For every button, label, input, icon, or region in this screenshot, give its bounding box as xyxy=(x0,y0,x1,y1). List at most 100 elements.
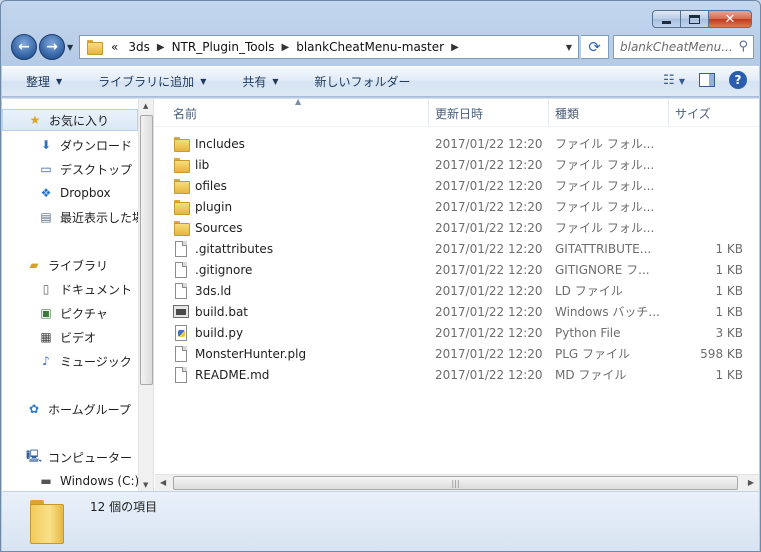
horizontal-scrollbar[interactable]: ◀ ||| ▶ xyxy=(155,474,759,491)
file-row[interactable]: .gitattributes 2017/01/22 12:20 GITATTRIBU… xyxy=(155,238,759,259)
change-view-button[interactable]: ☷ ▼ xyxy=(663,73,685,88)
document-icon xyxy=(173,345,189,362)
file-row[interactable]: ofiles 2017/01/22 12:20 ファイル フォル... xyxy=(155,175,759,196)
arrow-right-icon: → xyxy=(46,39,58,55)
nav-label: 最近表示した場所 xyxy=(60,210,138,225)
file-size: 3 KB xyxy=(715,325,743,340)
file-name: 3ds.ld xyxy=(195,283,232,298)
maximize-button[interactable] xyxy=(681,10,708,28)
breadcrumb-overflow[interactable]: « xyxy=(111,40,118,54)
column-header-type[interactable]: 種類 xyxy=(549,99,669,127)
column-label: サイズ xyxy=(675,106,711,121)
file-date: 2017/01/22 12:20 xyxy=(435,325,543,340)
column-header-name[interactable]: ▲ 名前 xyxy=(155,97,429,127)
search-icon[interactable]: ⚲ xyxy=(738,39,748,54)
back-button[interactable]: ← xyxy=(11,34,37,60)
file-row[interactable]: plugin 2017/01/22 12:20 ファイル フォル... xyxy=(155,196,759,217)
file-date: 2017/01/22 12:20 xyxy=(435,346,543,361)
nav-pane-scrollbar[interactable]: ▲ ▼ xyxy=(138,99,153,492)
file-row[interactable]: Includes 2017/01/22 12:20 ファイル フォル... xyxy=(155,133,759,154)
file-date: 2017/01/22 12:20 xyxy=(435,283,543,298)
caption-buttons: ✕ xyxy=(652,10,752,28)
nav-label: ドキュメント xyxy=(60,282,133,297)
file-list: ▲ 名前 更新日時 種類 サイズ Includes 2017/01/22 12:2… xyxy=(155,97,759,475)
scroll-right-icon[interactable]: ▶ xyxy=(748,478,754,487)
share-button[interactable]: 共有 ▼ xyxy=(218,73,290,90)
file-name: .gitignore xyxy=(195,262,253,277)
column-headers: ▲ 名前 更新日時 種類 サイズ xyxy=(155,97,759,127)
file-type: Windows バッチ... xyxy=(555,305,660,319)
file-type: ファイル フォル... xyxy=(555,137,655,151)
forward-button[interactable]: → xyxy=(39,34,65,60)
file-size: 1 KB xyxy=(715,283,743,298)
chevron-right-icon[interactable]: ▶ xyxy=(282,42,290,53)
address-bar[interactable]: « 3ds ▶ NTR_Plugin_Tools ▶ blankCheatMen… xyxy=(79,35,579,59)
main-area: ★ お気に入り ⬇ ダウンロード ▭ デスクトップ ❖ Dropbox ▤ 最近… xyxy=(2,97,759,492)
breadcrumb-ntr-plugin-tools[interactable]: NTR_Plugin_Tools xyxy=(172,40,275,54)
chevron-right-icon[interactable]: ▶ xyxy=(451,42,459,53)
chevron-down-icon: ▼ xyxy=(565,42,573,52)
recent-places-icon: ▤ xyxy=(40,210,52,224)
chevron-right-icon[interactable]: ▶ xyxy=(157,42,165,53)
column-header-size[interactable]: サイズ xyxy=(669,99,749,127)
file-date: 2017/01/22 12:20 xyxy=(435,262,543,277)
file-row[interactable]: README.md 2017/01/22 12:20 MD ファイル 1 KB xyxy=(155,364,759,385)
new-folder-label: 新しいフォルダー xyxy=(314,75,411,89)
minimize-button[interactable] xyxy=(652,10,681,28)
nav-item-downloads[interactable]: ⬇ ダウンロード xyxy=(2,134,138,156)
organize-button[interactable]: 整理 ▼ xyxy=(2,73,74,90)
nav-label: ミュージック xyxy=(60,354,132,369)
nav-item-homegroup[interactable]: ✿ ホームグループ xyxy=(2,398,138,420)
nav-item-windows-drive[interactable]: ▬ Windows (C:) xyxy=(2,470,138,492)
nav-item-videos[interactable]: ▦ ビデオ xyxy=(2,326,138,348)
file-date: 2017/01/22 12:20 xyxy=(435,367,543,382)
nav-item-recent-places[interactable]: ▤ 最近表示した場所 xyxy=(2,206,138,228)
nav-item-libraries[interactable]: ▰ ライブラリ xyxy=(2,254,138,276)
preview-pane-button[interactable] xyxy=(699,73,715,87)
close-button[interactable]: ✕ xyxy=(708,10,752,28)
nav-item-computer[interactable]: 🖳 コンピューター xyxy=(2,446,138,468)
recent-pages-dropdown[interactable]: ▼ xyxy=(67,43,73,52)
new-folder-button[interactable]: 新しいフォルダー xyxy=(291,73,423,90)
file-type: MD ファイル xyxy=(555,368,627,382)
column-label: 名前 xyxy=(173,106,198,121)
file-name: plugin xyxy=(195,199,233,214)
nav-item-documents[interactable]: ▯ ドキュメント xyxy=(2,278,138,300)
scrollbar-thumb[interactable]: ||| xyxy=(173,476,738,490)
file-row[interactable]: build.py 2017/01/22 12:20 Python File 3 KB xyxy=(155,322,759,343)
include-library-label: ライブラリに追加 xyxy=(98,75,195,89)
breadcrumb-blankcheatmenu-master[interactable]: blankCheatMenu-master xyxy=(296,40,444,54)
file-row[interactable]: lib 2017/01/22 12:20 ファイル フォル... xyxy=(155,154,759,175)
address-history-dropdown[interactable]: ▼ xyxy=(560,36,578,58)
file-row[interactable]: Sources 2017/01/22 12:20 ファイル フォル... xyxy=(155,217,759,238)
scroll-left-icon[interactable]: ◀ xyxy=(160,478,166,487)
scroll-up-icon[interactable]: ▲ xyxy=(143,102,148,110)
organize-label: 整理 xyxy=(26,75,51,89)
file-row[interactable]: .gitignore 2017/01/22 12:20 GITIGNORE フ...… xyxy=(155,259,759,280)
nav-item-pictures[interactable]: ▣ ピクチャ xyxy=(2,302,138,324)
videos-icon: ▦ xyxy=(40,330,52,344)
help-button[interactable]: ? xyxy=(729,71,747,89)
scrollbar-thumb[interactable] xyxy=(140,115,153,385)
scroll-down-icon[interactable]: ▼ xyxy=(143,481,148,489)
folder-icon xyxy=(173,220,190,236)
file-rows: Includes 2017/01/22 12:20 ファイル フォル... lib 2… xyxy=(155,133,759,385)
document-icon xyxy=(173,240,189,257)
nav-item-dropbox[interactable]: ❖ Dropbox xyxy=(2,182,138,204)
nav-item-favorites[interactable]: ★ お気に入り xyxy=(2,109,138,131)
include-in-library-button[interactable]: ライブラリに追加 ▼ xyxy=(74,73,218,90)
file-row[interactable]: 3ds.ld 2017/01/22 12:20 LD ファイル 1 KB xyxy=(155,280,759,301)
column-header-date[interactable]: 更新日時 xyxy=(429,99,549,127)
nav-item-desktop[interactable]: ▭ デスクトップ xyxy=(2,158,138,180)
breadcrumb-3ds[interactable]: 3ds xyxy=(128,40,150,54)
desktop-icon: ▭ xyxy=(40,162,52,176)
search-input[interactable]: blankCheatMenu... ⚲ xyxy=(613,35,754,59)
nav-item-music[interactable]: ♪ ミュージック xyxy=(2,350,138,372)
file-row[interactable]: MonsterHunter.plg 2017/01/22 12:20 PLG ファイ… xyxy=(155,343,759,364)
nav-label: ピクチャ xyxy=(60,306,108,321)
refresh-button[interactable]: ⟳ xyxy=(581,35,609,59)
file-row[interactable]: build.bat 2017/01/22 12:20 Windows バッチ... 1… xyxy=(155,301,759,322)
minimize-icon xyxy=(662,20,671,24)
file-date: 2017/01/22 12:20 xyxy=(435,220,543,235)
music-icon: ♪ xyxy=(42,354,50,368)
